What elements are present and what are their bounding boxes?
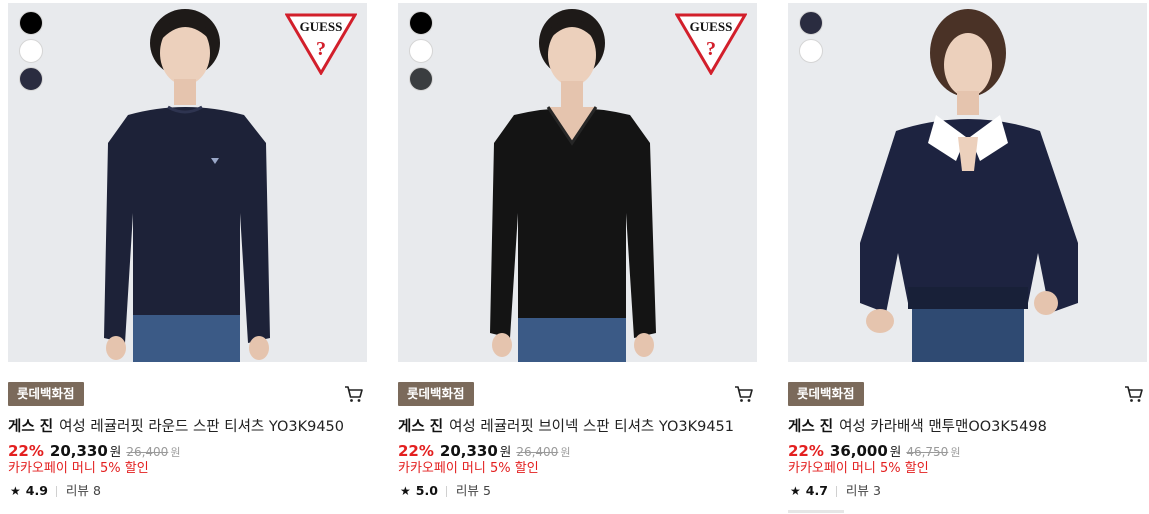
- color-swatches: [19, 11, 43, 91]
- star-icon: ★: [10, 484, 21, 498]
- rating-row: ★ 4.9 리뷰 8: [10, 482, 101, 500]
- promo-text: 카카오페이 머니 5% 할인: [398, 461, 539, 476]
- color-swatch[interactable]: [19, 67, 43, 91]
- product-title[interactable]: 게스 진 여성 레귤러핏 브이넥 스판 티셔츠 YO3K9451: [398, 416, 758, 438]
- review-count: 8: [92, 483, 101, 498]
- color-swatch[interactable]: [19, 39, 43, 63]
- model-photo: [788, 3, 1147, 362]
- original-price-unit: 원: [560, 446, 571, 459]
- original-price: 26,400: [516, 445, 559, 459]
- guess-logo: GUESS ?: [675, 13, 747, 75]
- color-swatch[interactable]: [799, 39, 823, 63]
- color-swatch[interactable]: [409, 67, 433, 91]
- discount-rate: 22%: [8, 442, 44, 460]
- color-swatch[interactable]: [799, 11, 823, 35]
- product-card[interactable]: 롯데백화점 게스 진 여성 카라배색 맨투맨OO3K5498 22% 36,000 원…: [788, 0, 1148, 514]
- product-image[interactable]: [788, 3, 1147, 362]
- review-label: 리뷰: [845, 483, 869, 498]
- star-icon: ★: [400, 484, 411, 498]
- store-badge: 롯데백화점: [398, 382, 474, 406]
- rating-score: 4.7: [805, 483, 828, 498]
- svg-text:?: ?: [316, 38, 326, 60]
- product-card[interactable]: GUESS ? 롯데백화점 게스 진 여성 레귤러핏 라운드 스판 티셔츠 YO3…: [8, 0, 368, 514]
- promo-text: 카카오페이 머니 5% 할인: [8, 461, 149, 476]
- original-price: 26,400: [126, 445, 169, 459]
- product-card[interactable]: GUESS ? 롯데백화점 게스 진 여성 레귤러핏 브이넥 스판 티셔츠 YO3…: [398, 0, 758, 514]
- product-name: 여성 카라배색 맨투맨OO3K5498: [839, 419, 1047, 435]
- color-swatch[interactable]: [409, 11, 433, 35]
- product-name: 여성 레귤러핏 라운드 스판 티셔츠 YO3K9450: [59, 419, 344, 435]
- sale-price: 20,330: [439, 442, 498, 460]
- svg-text:?: ?: [706, 38, 716, 60]
- cart-icon[interactable]: [1122, 382, 1146, 406]
- color-swatch[interactable]: [409, 39, 433, 63]
- product-image[interactable]: GUESS ?: [8, 3, 367, 362]
- store-badge: 롯데백화점: [8, 382, 84, 406]
- brand-name: 게스 진: [788, 419, 834, 435]
- guess-logo: GUESS ?: [285, 13, 357, 75]
- divider: [55, 485, 57, 497]
- review-count: 3: [872, 483, 881, 498]
- discount-rate: 22%: [398, 442, 434, 460]
- svg-text:GUESS: GUESS: [300, 19, 343, 34]
- price-unit: 원: [499, 444, 512, 459]
- sale-price: 20,330: [49, 442, 108, 460]
- product-image[interactable]: GUESS ?: [398, 3, 757, 362]
- brand-name: 게스 진: [8, 419, 54, 435]
- price-unit: 원: [889, 444, 902, 459]
- review-count: 5: [482, 483, 491, 498]
- price-unit: 원: [109, 444, 122, 459]
- rating-row: ★ 5.0 리뷰 5: [400, 482, 491, 500]
- store-badge: 롯데백화점: [788, 382, 864, 406]
- color-swatches: [409, 11, 433, 91]
- rating-score: 4.9: [25, 483, 48, 498]
- sale-price: 36,000: [829, 442, 888, 460]
- cart-icon[interactable]: [342, 382, 366, 406]
- product-name: 여성 레귤러핏 브이넥 스판 티셔츠 YO3K9451: [449, 419, 734, 435]
- divider: [445, 485, 447, 497]
- original-price-unit: 원: [950, 446, 961, 459]
- brand-name: 게스 진: [398, 419, 444, 435]
- rating-score: 5.0: [415, 483, 438, 498]
- original-price: 46,750: [906, 445, 949, 459]
- review-label: 리뷰: [455, 483, 479, 498]
- color-swatch[interactable]: [19, 11, 43, 35]
- star-icon: ★: [790, 484, 801, 498]
- divider: [835, 485, 837, 497]
- color-swatches: [799, 11, 823, 63]
- review-label: 리뷰: [65, 483, 89, 498]
- svg-text:GUESS: GUESS: [690, 19, 733, 34]
- promo-text: 카카오페이 머니 5% 할인: [788, 461, 929, 476]
- product-title[interactable]: 게스 진 여성 카라배색 맨투맨OO3K5498: [788, 416, 1148, 438]
- original-price-unit: 원: [170, 446, 181, 459]
- rating-row: ★ 4.7 리뷰 3: [790, 482, 881, 500]
- cart-icon[interactable]: [732, 382, 756, 406]
- scroll-indicator: [788, 510, 844, 513]
- product-title[interactable]: 게스 진 여성 레귤러핏 라운드 스판 티셔츠 YO3K9450: [8, 416, 368, 438]
- discount-rate: 22%: [788, 442, 824, 460]
